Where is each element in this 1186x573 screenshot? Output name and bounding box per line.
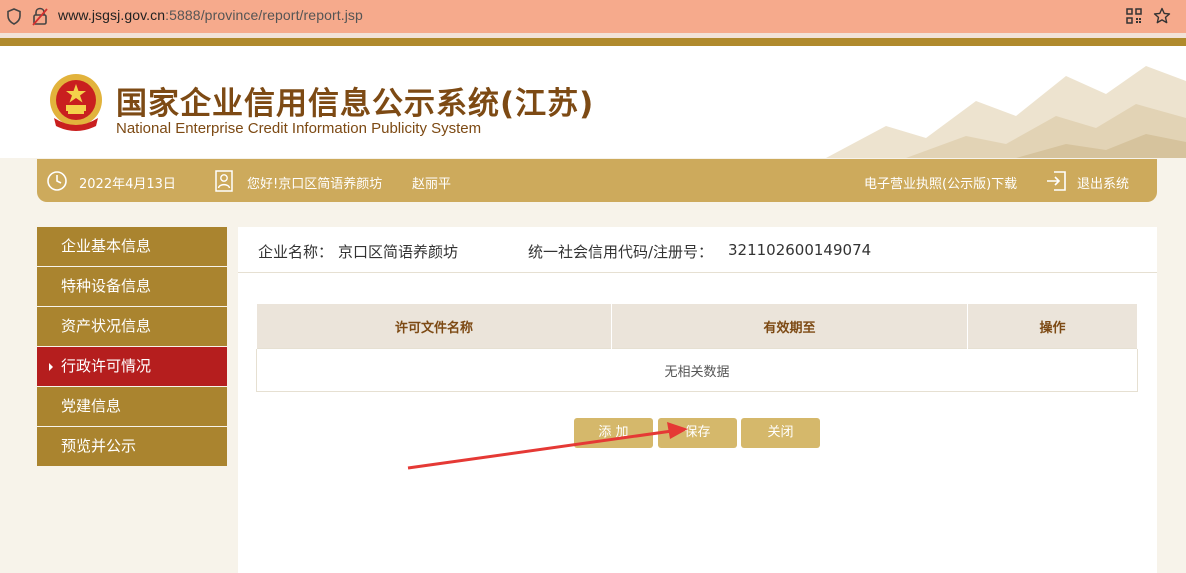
sidebar-nav: 企业基本信息 特种设备信息 资产状况信息 行政许可情况 党建信息 预览并公示 bbox=[37, 227, 227, 467]
browser-address-bar[interactable]: www.jsgsj.gov.cn:5888/province/report/re… bbox=[0, 0, 1186, 33]
user-icon bbox=[215, 170, 233, 192]
main-content: 企业名称： 京口区简语养颜坊 统一社会信用代码/注册号： 32110260014… bbox=[238, 227, 1157, 573]
table-row: 无相关数据 bbox=[256, 348, 1138, 392]
sidebar-item-label: 预览并公示 bbox=[61, 437, 137, 455]
greeting-text: 您好!京口区简语养颜坊 bbox=[247, 177, 383, 192]
sidebar-item-special-equipment[interactable]: 特种设备信息 bbox=[37, 267, 227, 306]
column-header-actions: 操作 bbox=[967, 303, 1138, 349]
credit-code-label: 统一社会信用代码/注册号： bbox=[528, 243, 714, 261]
sidebar-item-preview-publish[interactable]: 预览并公示 bbox=[37, 427, 227, 466]
company-info-row: 企业名称： 京口区简语养颜坊 统一社会信用代码/注册号： 32110260014… bbox=[238, 227, 1157, 273]
sidebar-item-label: 资产状况信息 bbox=[61, 317, 152, 335]
shield-icon[interactable] bbox=[6, 8, 22, 25]
add-button[interactable]: 添 加 bbox=[574, 418, 653, 448]
sidebar-item-label: 企业基本信息 bbox=[61, 237, 152, 255]
top-gold-strip bbox=[0, 38, 1186, 46]
user-name: 赵丽平 bbox=[412, 177, 452, 192]
license-table: 许可文件名称 有效期至 操作 无相关数据 bbox=[256, 303, 1138, 392]
column-header-valid-until: 有效期至 bbox=[611, 303, 968, 349]
qr-code-icon[interactable] bbox=[1126, 8, 1142, 24]
site-title-english: National Enterprise Credit Information P… bbox=[116, 120, 482, 137]
column-header-license-name: 许可文件名称 bbox=[256, 303, 612, 349]
save-button[interactable]: 保存 bbox=[658, 418, 737, 448]
mountain-decoration bbox=[826, 66, 1186, 158]
sidebar-item-label: 行政许可情况 bbox=[61, 357, 152, 375]
bookmark-star-icon[interactable] bbox=[1153, 7, 1171, 25]
current-date: 2022年4月13日 bbox=[79, 177, 176, 192]
empty-table-message: 无相关数据 bbox=[256, 348, 1138, 392]
url-host: www.jsgsj.gov.cn bbox=[58, 7, 166, 23]
url-path: :5888/province/report/report.jsp bbox=[165, 7, 363, 23]
caret-right-icon bbox=[49, 363, 53, 371]
sidebar-item-basic-info[interactable]: 企业基本信息 bbox=[37, 227, 227, 266]
url-text[interactable]: www.jsgsj.gov.cn:5888/province/report/re… bbox=[58, 7, 363, 23]
lock-warning-icon[interactable] bbox=[32, 7, 48, 26]
logout-link[interactable]: 退出系统 bbox=[1077, 173, 1129, 192]
credit-code-value: 321102600149074 bbox=[728, 241, 872, 259]
site-title-chinese: 国家企业信用信息公示系统(江苏) bbox=[116, 86, 595, 122]
close-button[interactable]: 关闭 bbox=[741, 418, 820, 448]
license-download-link[interactable]: 电子营业执照(公示版)下载 bbox=[864, 173, 1017, 192]
company-name-label: 企业名称： bbox=[258, 243, 334, 261]
sidebar-item-assets[interactable]: 资产状况信息 bbox=[37, 307, 227, 346]
user-info-bar: 2022年4月13日 您好!京口区简语养颜坊 赵丽平 电子营业执照(公示版)下载… bbox=[37, 159, 1157, 202]
clock-icon bbox=[47, 171, 67, 191]
company-name-value: 京口区简语养颜坊 bbox=[338, 243, 459, 261]
table-header-row: 许可文件名称 有效期至 操作 bbox=[256, 303, 1138, 349]
sidebar-item-label: 党建信息 bbox=[61, 397, 122, 415]
sidebar-item-label: 特种设备信息 bbox=[61, 277, 152, 295]
national-emblem-icon bbox=[50, 74, 102, 131]
sidebar-item-party-building[interactable]: 党建信息 bbox=[37, 387, 227, 426]
sidebar-item-administrative-license[interactable]: 行政许可情况 bbox=[37, 347, 227, 386]
site-header: 国家企业信用信息公示系统(江苏) National Enterprise Cre… bbox=[0, 46, 1186, 158]
logout-icon[interactable] bbox=[1045, 170, 1067, 192]
